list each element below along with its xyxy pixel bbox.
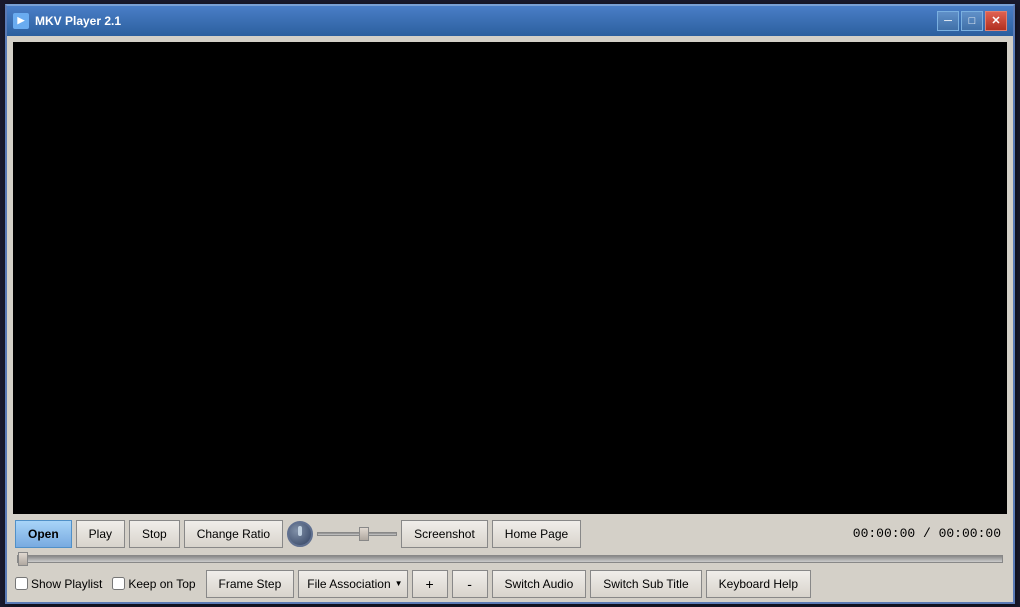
switch-subtitle-button[interactable]: Switch Sub Title	[590, 570, 701, 598]
plus-button[interactable]: +	[412, 570, 448, 598]
keep-on-top-label[interactable]: Keep on Top	[112, 577, 195, 591]
main-window: ▶ MKV Player 2.1 ─ □ ✕ Open Play Stop Ch…	[5, 4, 1015, 604]
volume-slider[interactable]	[317, 532, 397, 536]
seek-bar-container	[15, 552, 1005, 566]
keyboard-help-button[interactable]: Keyboard Help	[706, 570, 811, 598]
restore-button[interactable]: □	[961, 11, 983, 31]
window-title: MKV Player 2.1	[35, 14, 121, 28]
time-display: 00:00:00 / 00:00:00	[853, 526, 1005, 541]
file-association-dropdown[interactable]: File Association ▼	[298, 570, 407, 598]
show-playlist-checkbox[interactable]	[15, 577, 28, 590]
show-playlist-label[interactable]: Show Playlist	[15, 577, 102, 591]
switch-audio-button[interactable]: Switch Audio	[492, 570, 587, 598]
video-display	[13, 42, 1007, 514]
title-bar: ▶ MKV Player 2.1 ─ □ ✕	[7, 6, 1013, 36]
controls-area: Open Play Stop Change Ratio Screenshot H…	[7, 514, 1013, 602]
title-bar-left: ▶ MKV Player 2.1	[13, 13, 121, 29]
minimize-button[interactable]: ─	[937, 11, 959, 31]
close-button[interactable]: ✕	[985, 11, 1007, 31]
controls-row-main: Open Play Stop Change Ratio Screenshot H…	[15, 520, 1005, 548]
change-ratio-button[interactable]: Change Ratio	[184, 520, 283, 548]
home-page-button[interactable]: Home Page	[492, 520, 581, 548]
controls-row-bottom: Show Playlist Keep on Top Frame Step Fil…	[15, 570, 1005, 598]
play-button[interactable]: Play	[76, 520, 125, 548]
seek-bar[interactable]	[17, 555, 1003, 563]
app-icon: ▶	[13, 13, 29, 29]
dropdown-arrow-icon: ▼	[395, 579, 403, 588]
volume-knob[interactable]	[287, 521, 313, 547]
frame-step-button[interactable]: Frame Step	[206, 570, 295, 598]
screenshot-button[interactable]: Screenshot	[401, 520, 488, 548]
stop-button[interactable]: Stop	[129, 520, 180, 548]
minus-button[interactable]: -	[452, 570, 488, 598]
keep-on-top-checkbox[interactable]	[112, 577, 125, 590]
title-bar-controls: ─ □ ✕	[937, 11, 1007, 31]
open-button[interactable]: Open	[15, 520, 72, 548]
